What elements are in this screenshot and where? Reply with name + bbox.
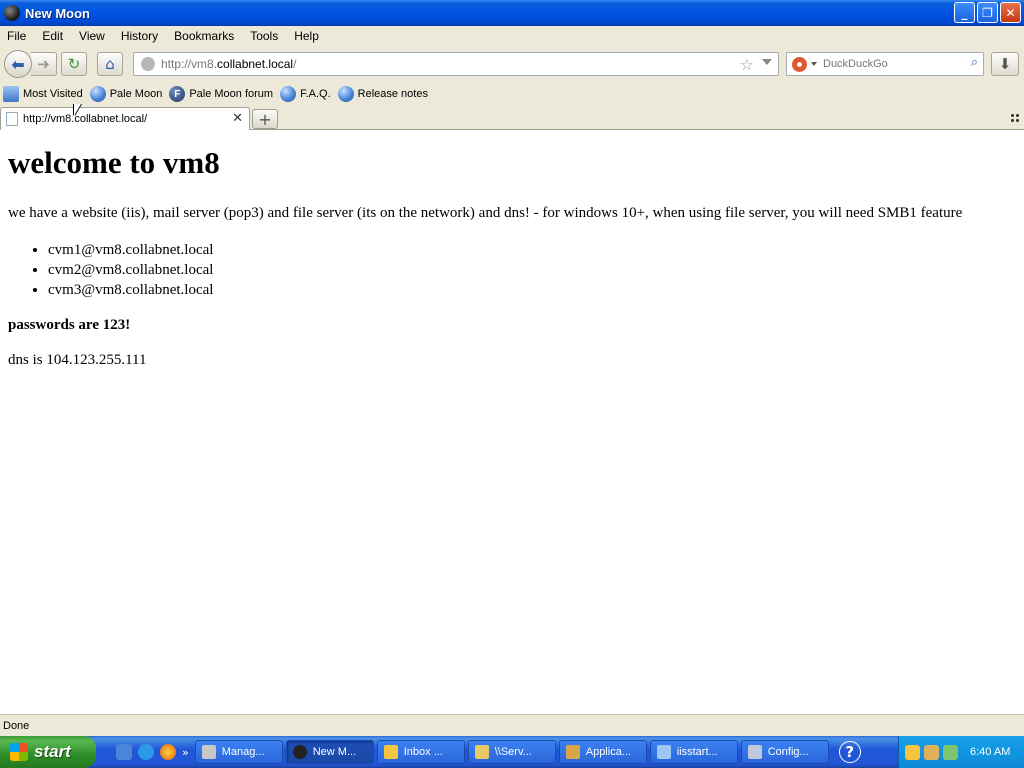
bookmarks-toolbar: Most Visited Pale Moon F Pale Moon forum… — [0, 82, 1024, 106]
tab-list-icon[interactable] — [1010, 113, 1020, 123]
help-icon[interactable]: ? — [838, 741, 861, 763]
task-iisstart[interactable]: iisstart... — [649, 740, 738, 764]
application-icon — [565, 745, 580, 759]
system-tray: 6:40 AM — [898, 736, 1024, 768]
url-dropdown-icon[interactable] — [762, 59, 772, 65]
list-item: cvm1@vm8.collabnet.local — [48, 240, 1016, 260]
email-list: cvm1@vm8.collabnet.local cvm2@vm8.collab… — [48, 240, 1016, 300]
downloads-button[interactable]: ⬇ — [991, 52, 1019, 76]
mail-icon — [383, 745, 398, 759]
status-text: Done — [3, 719, 30, 732]
restore-button[interactable]: ❐ — [977, 2, 998, 23]
faq-globe-icon — [280, 86, 297, 102]
task-manage[interactable]: Manag... — [194, 740, 283, 764]
back-arrow-icon: ⬅ — [11, 54, 25, 74]
list-item: cvm3@vm8.collabnet.local — [48, 280, 1016, 300]
task-inbox[interactable]: Inbox ... — [376, 740, 465, 764]
task-applications[interactable]: Applica... — [558, 740, 647, 764]
close-button[interactable]: ✕ — [1000, 2, 1021, 23]
navigation-toolbar: ➜ ⬅ ↻ ⌂ http://vm8.collabnet.local/ ☆ ⌕ … — [0, 46, 1024, 82]
clock: 6:40 AM — [970, 746, 1011, 758]
network-folder-icon — [474, 745, 489, 759]
passwords-note: passwords are 123! — [8, 317, 131, 333]
tools-tray-icon[interactable] — [924, 744, 939, 760]
mail-tray-icon[interactable] — [905, 744, 920, 760]
back-button[interactable]: ⬅ — [4, 50, 32, 78]
menu-tools[interactable]: Tools — [242, 29, 286, 43]
search-input[interactable] — [823, 58, 963, 70]
config-icon — [747, 745, 762, 759]
outlook-express-icon[interactable] — [116, 744, 132, 760]
window-controls: _ ❐ ✕ — [954, 2, 1021, 23]
page-content: welcome to vm8 we have a website (iis), … — [0, 131, 1024, 714]
reload-button[interactable]: ↻ — [61, 52, 87, 76]
task-buttons: Manag... New M... Inbox ... \\Serv... Ap… — [194, 740, 829, 764]
intro-paragraph: we have a website (iis), mail server (po… — [8, 205, 963, 221]
taskbar: start » Manag... New M... Inbox ... \\Se… — [0, 736, 1024, 768]
task-new-moon[interactable]: New M... — [285, 740, 374, 764]
new-moon-icon — [4, 5, 20, 21]
menu-bar: File Edit View History Bookmarks Tools H… — [0, 26, 1024, 46]
quick-launch-chevron-icon[interactable]: » — [182, 746, 189, 759]
document-icon — [656, 745, 671, 759]
tab-title: http://vm8.collabnet.local/ — [23, 113, 148, 125]
task-server-folder[interactable]: \\Serv... — [467, 740, 556, 764]
address-bar[interactable]: http://vm8.collabnet.local/ ☆ — [133, 52, 779, 76]
dns-note: dns is 104.123.255.111 — [8, 352, 147, 368]
network-tray-icon[interactable] — [943, 744, 958, 760]
menu-edit[interactable]: Edit — [34, 29, 71, 43]
quick-launch: » — [116, 744, 189, 760]
page-heading: welcome to vm8 — [8, 145, 220, 180]
mouse-cursor-icon — [74, 104, 81, 116]
bookmark-most-visited[interactable]: Most Visited — [0, 86, 83, 102]
forward-button[interactable]: ➜ — [31, 52, 57, 76]
home-button[interactable]: ⌂ — [97, 52, 123, 76]
menu-history[interactable]: History — [113, 29, 166, 43]
bookmark-pale-moon[interactable]: Pale Moon — [89, 86, 162, 102]
bookmark-release-notes[interactable]: Release notes — [337, 86, 428, 102]
duckduckgo-icon[interactable] — [792, 56, 807, 72]
reload-icon: ↻ — [67, 55, 81, 73]
firefox-icon[interactable] — [160, 744, 176, 760]
title-bar[interactable]: New Moon _ ❐ ✕ — [0, 0, 1024, 26]
computer-management-icon — [201, 745, 216, 759]
minimize-button[interactable]: _ — [954, 2, 975, 23]
bookmark-faq[interactable]: F.A.Q. — [280, 86, 331, 102]
pale-moon-globe-icon — [89, 86, 106, 102]
status-bar: Done — [0, 714, 1024, 736]
task-config[interactable]: Config... — [740, 740, 829, 764]
menu-help[interactable]: Help — [286, 29, 327, 43]
forum-icon: F — [169, 86, 186, 102]
most-visited-icon — [3, 86, 19, 102]
search-icon[interactable]: ⌕ — [971, 55, 978, 70]
new-moon-icon — [292, 745, 307, 759]
menu-file[interactable]: File — [0, 29, 34, 43]
windows-logo-icon — [10, 743, 28, 761]
list-item: cvm2@vm8.collabnet.local — [48, 260, 1016, 280]
new-tab-button[interactable]: + — [252, 109, 278, 129]
url-text[interactable]: http://vm8.collabnet.local/ — [161, 57, 296, 71]
search-engine-dropdown-icon[interactable] — [811, 62, 817, 66]
internet-explorer-icon[interactable] — [138, 744, 154, 760]
tab-bar: http://vm8.collabnet.local/ ✕ + — [0, 106, 1024, 130]
window-title: New Moon — [25, 5, 90, 21]
menu-bookmarks[interactable]: Bookmarks — [166, 29, 242, 43]
tab-current[interactable]: http://vm8.collabnet.local/ ✕ — [0, 107, 250, 130]
bookmark-pale-moon-forum[interactable]: F Pale Moon forum — [169, 86, 273, 102]
search-bar[interactable]: ⌕ — [786, 52, 984, 76]
release-notes-globe-icon — [337, 86, 354, 102]
bookmark-star-icon[interactable]: ☆ — [740, 55, 754, 74]
start-button[interactable]: start — [0, 736, 96, 768]
close-tab-icon[interactable]: ✕ — [232, 111, 243, 126]
globe-icon — [141, 57, 155, 71]
page-icon — [6, 112, 18, 126]
menu-view[interactable]: View — [71, 29, 113, 43]
download-arrow-icon: ⬇ — [998, 55, 1012, 73]
home-icon: ⌂ — [105, 55, 115, 73]
